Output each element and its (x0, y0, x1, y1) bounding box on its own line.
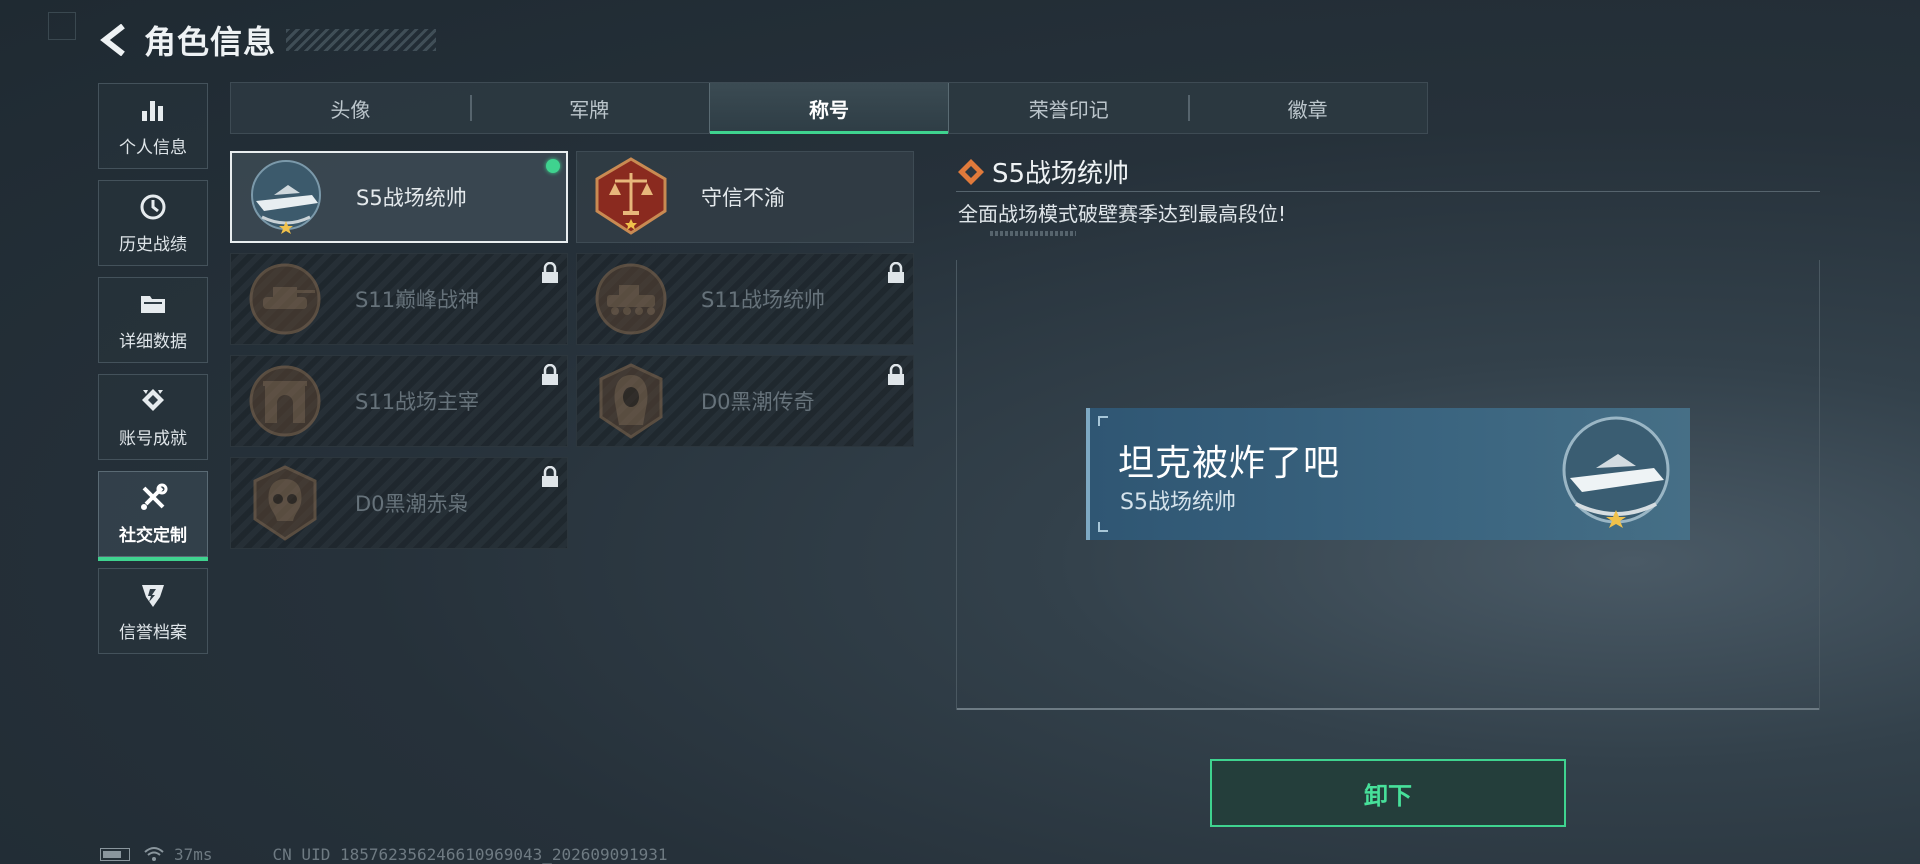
title-card-s11-commander[interactable]: S11战场统帅 (576, 253, 914, 345)
lock-icon (542, 364, 558, 385)
detail-description: 全面战场模式破壁赛季达到最高段位! (958, 202, 1287, 226)
tab-avatar[interactable]: 头像 (231, 83, 470, 133)
back-arrow-icon (100, 24, 125, 56)
title-card-label: S11巅峰战神 (355, 288, 480, 312)
plate-corner-decoration (1098, 416, 1108, 426)
speedboat-medal-icon (251, 160, 321, 234)
sidebar-item-credit[interactable]: 信誉档案 (98, 568, 208, 654)
diamond-icon (958, 158, 984, 185)
title-card-trustworthy[interactable]: 守信不渝 (576, 151, 914, 243)
title-card-label: D0黑潮赤枭 (355, 492, 469, 516)
player-name: 坦克被炸了吧 (1118, 443, 1341, 484)
achievement-icon (142, 388, 164, 411)
category-tabs: 头像 军牌 称号 荣誉印记 徽章 (230, 82, 1428, 134)
detail-title: S5战场统帅 (992, 159, 1130, 189)
title-preview-plate: 坦克被炸了吧 S5战场统帅 (1086, 408, 1690, 540)
sidebar-item-label: 账号成就 (119, 428, 187, 449)
page-header: 角色信息 (96, 18, 437, 62)
page-title: 角色信息 (144, 23, 277, 61)
folder-icon (141, 295, 165, 313)
tools-icon (141, 483, 168, 510)
hooded-figure-medal-icon (599, 363, 663, 439)
title-grid: S5战场统帅 守信不渝 S11巅峰战神 S11战场统帅 S11战场主宰 D0黑潮… (230, 151, 914, 549)
back-button[interactable] (96, 22, 132, 58)
skull-medal-icon (253, 465, 317, 541)
sidebar-item-profile[interactable]: 个人信息 (98, 83, 208, 169)
detail-header: S5战场统帅 (956, 152, 1820, 192)
unequip-button[interactable]: 卸下 (1210, 759, 1566, 827)
wifi-icon (144, 847, 164, 861)
scales-medal-icon (595, 157, 667, 235)
tank-medal-icon (249, 263, 321, 335)
sidebar-item-social[interactable]: 社交定制 (98, 471, 208, 561)
user-uid: CN UID 1857623562466109690​43_2026090919… (272, 844, 668, 864)
clock-icon (140, 194, 166, 219)
sidebar-item-label: 详细数据 (119, 331, 187, 352)
status-bar: 37ms CN UID 1857623562466109690​43_20260… (100, 844, 668, 864)
title-card-label: D0黑潮传奇 (701, 390, 815, 414)
title-card-s11-dominator[interactable]: S11战场主宰 (230, 355, 568, 447)
title-card-s11-war-god[interactable]: S11巅峰战神 (230, 253, 568, 345)
description-underline-decoration (990, 231, 1076, 236)
shield-badge-icon (142, 584, 164, 607)
title-stripe-decoration (286, 29, 437, 51)
equipped-indicator (546, 159, 560, 173)
tab-dog-tag[interactable]: 军牌 (469, 83, 709, 133)
title-card-label: 守信不渝 (701, 186, 785, 210)
title-card-label: S11战场统帅 (701, 288, 826, 312)
sidebar-item-label: 历史战绩 (119, 234, 187, 255)
sidebar-item-details[interactable]: 详细数据 (98, 277, 208, 363)
battery-icon (100, 847, 130, 861)
tab-title[interactable]: 称号 (708, 83, 950, 134)
plate-title-label: S5战场统帅 (1120, 490, 1236, 515)
bar-chart-icon (142, 100, 163, 121)
armored-vehicle-medal-icon (595, 263, 667, 335)
sidebar-item-label: 个人信息 (119, 137, 187, 158)
ping-value: 37ms (174, 844, 213, 864)
title-card-s5-commander[interactable]: S5战场统帅 (230, 151, 568, 243)
plate-corner-decoration (1098, 522, 1108, 532)
corner-decoration (48, 12, 76, 40)
title-card-d0-red-owl[interactable]: D0黑潮赤枭 (230, 457, 568, 549)
sidebar-item-label: 信誉档案 (119, 622, 187, 643)
tab-honor-mark[interactable]: 荣誉印记 (949, 83, 1188, 133)
arch-medal-icon (249, 365, 321, 437)
tab-badge[interactable]: 徽章 (1188, 83, 1427, 133)
lock-icon (542, 466, 558, 487)
sidebar-item-history[interactable]: 历史战绩 (98, 180, 208, 266)
sidebar: 个人信息 历史战绩 详细数据 账号成就 社交定制 信誉档案 (98, 83, 208, 665)
sidebar-item-achievements[interactable]: 账号成就 (98, 374, 208, 460)
title-card-d0-legend[interactable]: D0黑潮传奇 (576, 355, 914, 447)
title-card-label: S5战场统帅 (356, 186, 467, 210)
lock-icon (888, 262, 904, 283)
sidebar-item-label: 社交定制 (119, 525, 187, 546)
lock-icon (542, 262, 558, 283)
speedboat-medal-icon (1562, 416, 1670, 528)
title-card-label: S11战场主宰 (355, 390, 480, 414)
lock-icon (888, 364, 904, 385)
